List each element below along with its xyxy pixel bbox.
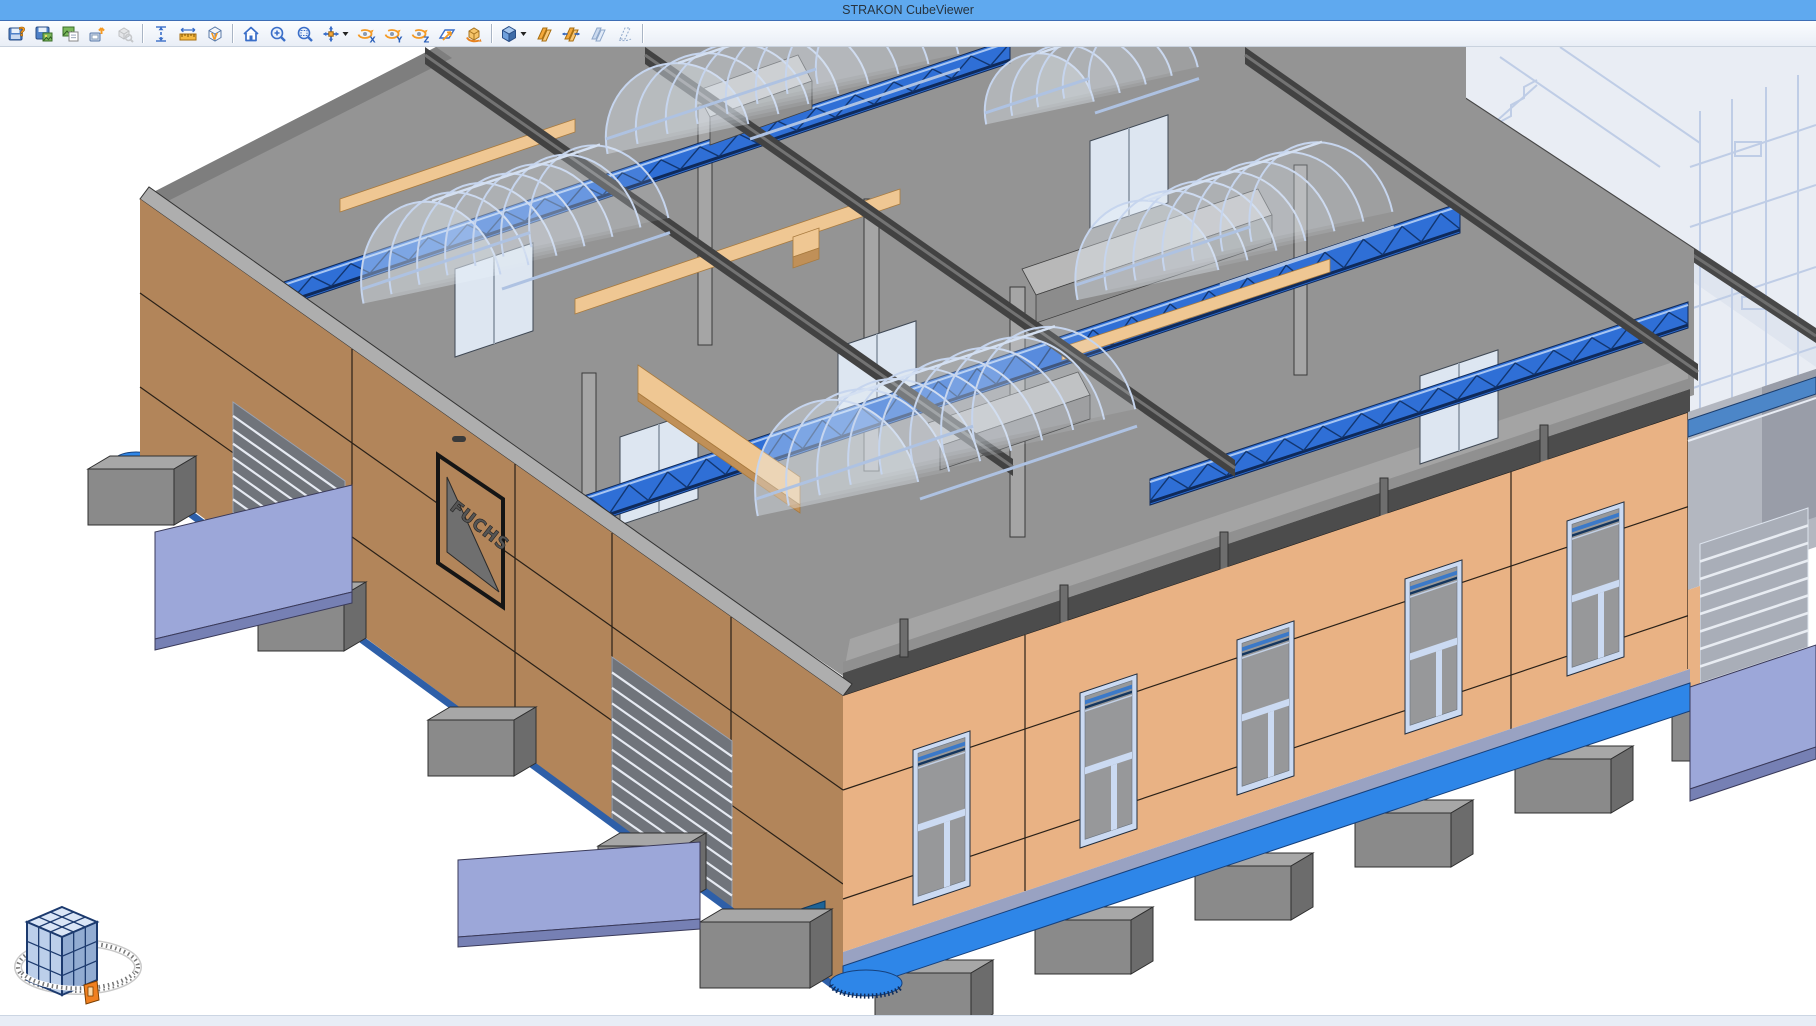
facade-window[interactable] [1405, 560, 1462, 734]
viewport-bottom-strip [0, 1015, 1816, 1026]
dropdown-caret-icon [520, 31, 527, 37]
facade-window[interactable] [1237, 621, 1294, 795]
3d-scene[interactable]: FUCHS [0, 47, 1816, 1016]
toolbar-button-section-plane[interactable] [433, 22, 460, 45]
foundation-footing[interactable] [88, 456, 196, 525]
facade-window[interactable] [1080, 674, 1137, 848]
svg-text:X: X [369, 35, 376, 44]
rotate-x-icon: X [356, 24, 376, 44]
toolbar-button-clip-plane-move[interactable] [557, 22, 584, 45]
rotate-view-icon [464, 24, 484, 44]
title-bar: STRAKON CubeViewer [0, 0, 1816, 21]
toolbar: ? V X Y Z [0, 21, 1816, 47]
toolbar-button-view-cube[interactable] [496, 22, 530, 45]
toolbar-button-model-search[interactable] [111, 22, 138, 45]
zoom-window-icon [295, 24, 315, 44]
facade-window[interactable] [1567, 502, 1624, 676]
svg-text:?: ? [18, 25, 25, 39]
copy-image-icon [61, 24, 81, 44]
foundation-footing[interactable] [428, 707, 536, 776]
toolbar-button-export-image[interactable] [84, 22, 111, 45]
toolbar-button-rotate-z[interactable]: Z [406, 22, 433, 45]
measure-horizontal-icon [178, 24, 198, 44]
toolbar-separator [232, 24, 233, 43]
toolbar-separator [142, 24, 143, 43]
model-search-icon [115, 24, 135, 44]
ring-marker[interactable] [84, 981, 99, 1004]
foundation-footing[interactable] [700, 909, 832, 988]
toolbar-button-open-model[interactable]: ? [3, 22, 30, 45]
rotate-y-icon: Y [383, 24, 403, 44]
toolbar-button-measure-horizontal[interactable] [174, 22, 201, 45]
loading-ramp-2[interactable] [458, 842, 700, 947]
measure-vertical-icon [151, 24, 171, 44]
toolbar-button-copy-image[interactable] [57, 22, 84, 45]
toolbar-button-measure-vertical[interactable] [147, 22, 174, 45]
section-plane-icon [437, 24, 457, 44]
toolbar-separator [642, 24, 643, 43]
window-title: STRAKON CubeViewer [842, 3, 974, 17]
toolbar-button-dimension-cube[interactable]: V [201, 22, 228, 45]
toolbar-button-pan-view[interactable] [318, 22, 352, 45]
view-cube-icon [499, 24, 519, 44]
toolbar-button-zoom-in[interactable] [264, 22, 291, 45]
clip-plane-outline-icon [615, 24, 635, 44]
navigation-cube[interactable] [18, 907, 138, 1004]
clip-plane-on-icon [534, 24, 554, 44]
home-view-icon [241, 24, 261, 44]
toolbar-button-clip-plane-on[interactable] [530, 22, 557, 45]
facade-window[interactable] [913, 731, 970, 905]
toolbar-button-home-view[interactable] [237, 22, 264, 45]
dimension-cube-icon: V [205, 24, 225, 44]
toolbar-button-save-image[interactable] [30, 22, 57, 45]
open-model-icon: ? [7, 24, 27, 44]
clip-plane-off-icon [588, 24, 608, 44]
clip-plane-move-icon [561, 24, 581, 44]
toolbar-button-rotate-y[interactable]: Y [379, 22, 406, 45]
toolbar-button-zoom-window[interactable] [291, 22, 318, 45]
zoom-in-icon [268, 24, 288, 44]
viewport-3d[interactable]: FUCHS [0, 47, 1816, 1026]
toolbar-button-clip-plane-off[interactable] [584, 22, 611, 45]
toolbar-separator [491, 24, 492, 43]
export-image-icon [88, 24, 108, 44]
pan-view-icon [321, 24, 341, 44]
toolbar-button-rotate-x[interactable]: X [352, 22, 379, 45]
dropdown-caret-icon [342, 31, 349, 37]
toolbar-button-clip-plane-outline[interactable] [611, 22, 638, 45]
svg-text:Z: Z [423, 35, 429, 44]
svg-text:V: V [211, 32, 218, 42]
rotate-z-icon: Z [410, 24, 430, 44]
toolbar-button-rotate-view[interactable] [460, 22, 487, 45]
save-image-icon [34, 24, 54, 44]
wall-vent [452, 436, 466, 442]
svg-text:Y: Y [395, 35, 402, 44]
